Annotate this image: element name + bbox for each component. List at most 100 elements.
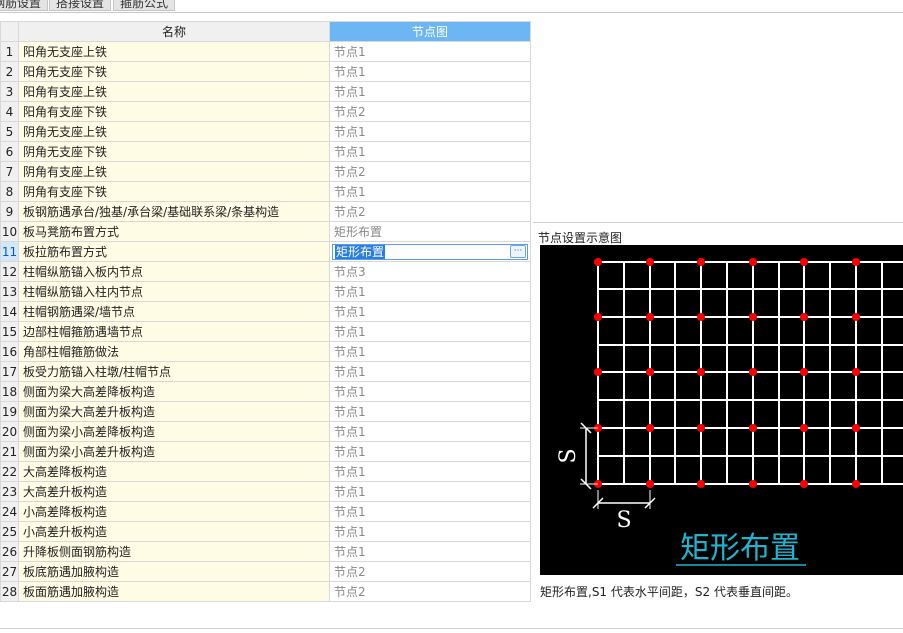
node-value-cell[interactable]: 节点2 <box>329 581 531 602</box>
setting-name-cell: 大高差降板构造 <box>18 461 330 482</box>
node-value-cell[interactable]: 矩形布置 <box>329 221 531 242</box>
rebar-dot <box>594 313 602 321</box>
row-number: 1 <box>0 41 19 62</box>
node-value-cell[interactable]: 节点1 <box>329 401 531 422</box>
row-number: 5 <box>0 121 19 142</box>
node-value-cell[interactable]: 节点1 <box>329 41 531 62</box>
node-value-cell[interactable]: 节点2 <box>329 561 531 582</box>
table-row[interactable]: 2 阳角无支座下铁 节点1 <box>0 61 531 82</box>
node-value-cell[interactable]: 节点1 <box>329 441 531 462</box>
node-value-cell[interactable]: 节点1 <box>329 181 531 202</box>
node-value-cell[interactable]: 节点1 <box>329 501 531 522</box>
node-value-cell[interactable]: 节点3 <box>329 261 531 282</box>
table-row[interactable]: 21 侧面为梁小高差升板构造 节点1 <box>0 441 531 462</box>
setting-name-cell: 边部柱帽箍筋遇墙节点 <box>18 321 330 342</box>
table-row[interactable]: 7 阴角有支座上铁 节点2 <box>0 161 531 182</box>
table-row[interactable]: 10 板马凳筋布置方式 矩形布置 <box>0 221 531 242</box>
row-number: 2 <box>0 61 19 82</box>
node-value-cell[interactable]: 节点2 <box>329 161 531 182</box>
tab-lap-settings[interactable]: 搭接设置 <box>49 0 112 11</box>
table-row[interactable]: 24 小高差降板构造 节点1 <box>0 501 531 522</box>
table-row[interactable]: 28 板面筋遇加腋构造 节点2 <box>0 581 531 602</box>
node-value-cell[interactable]: 节点1 <box>329 361 531 382</box>
table-row[interactable]: 16 角部柱帽箍筋做法 节点1 <box>0 341 531 362</box>
rebar-dot <box>594 368 602 376</box>
table-row[interactable]: 3 阳角有支座上铁 节点1 <box>0 81 531 102</box>
node-value-editor[interactable]: 矩形布置 ··· <box>332 243 528 260</box>
row-number: 15 <box>0 321 19 342</box>
table-row[interactable]: 17 板受力筋锚入柱墩/柱帽节点 节点1 <box>0 361 531 382</box>
table-row[interactable]: 6 阴角无支座下铁 节点1 <box>0 141 531 162</box>
node-value-cell[interactable]: 矩形布置 ··· <box>329 241 531 262</box>
node-value-cell[interactable]: 节点1 <box>329 541 531 562</box>
diagram-label: 矩形布置 <box>680 531 800 566</box>
node-value-cell[interactable]: 节点1 <box>329 481 531 502</box>
table-row[interactable]: 14 柱帽钢筋遇梁/墙节点 节点1 <box>0 301 531 322</box>
table-row[interactable]: 12 柱帽纵筋锚入板内节点 节点3 <box>0 261 531 282</box>
setting-name-cell: 侧面为梁大高差降板构造 <box>18 381 330 402</box>
bottom-divider <box>0 628 903 629</box>
settings-grid: 名称 节点图 1 阳角无支座上铁 节点1 2 阳角无支座下铁 节点1 3 阳角有支座上铁 节点1… <box>0 21 531 621</box>
table-row[interactable]: 4 阳角有支座下铁 节点2 <box>0 101 531 122</box>
node-value-cell[interactable]: 节点1 <box>329 81 531 102</box>
table-row[interactable]: 9 板钢筋遇承台/独基/承台梁/基础联系梁/条基构造 节点2 <box>0 201 531 222</box>
table-row[interactable]: 22 大高差降板构造 节点1 <box>0 461 531 482</box>
table-row[interactable]: 27 板底筋遇加腋构造 节点2 <box>0 561 531 582</box>
dimension-label-vertical: S <box>556 448 581 463</box>
rebar-dot <box>697 313 705 321</box>
node-value-cell[interactable]: 节点1 <box>329 301 531 322</box>
row-number: 10 <box>0 221 19 242</box>
node-value-cell[interactable]: 节点1 <box>329 341 531 362</box>
setting-name-cell: 阳角无支座下铁 <box>18 61 330 82</box>
ellipsis-icon[interactable]: ··· <box>510 244 526 258</box>
table-row[interactable]: 5 阴角无支座上铁 节点1 <box>0 121 531 142</box>
table-row[interactable]: 18 侧面为梁大高差降板构造 节点1 <box>0 381 531 402</box>
node-value-cell[interactable]: 节点1 <box>329 461 531 482</box>
rebar-dot <box>646 313 654 321</box>
row-number: 23 <box>0 481 19 502</box>
row-number: 12 <box>0 261 19 282</box>
node-value-cell[interactable]: 节点2 <box>329 201 531 222</box>
node-value-cell[interactable]: 节点1 <box>329 321 531 342</box>
setting-name-cell: 板底筋遇加腋构造 <box>18 561 330 582</box>
settings-table: 名称 节点图 1 阳角无支座上铁 节点1 2 阳角无支座下铁 节点1 3 阳角有支座上铁 节点1… <box>0 21 531 602</box>
table-row[interactable]: 20 侧面为梁小高差降板构造 节点1 <box>0 421 531 442</box>
table-row[interactable]: 19 侧面为梁大高差升板构造 节点1 <box>0 401 531 422</box>
rebar-dot <box>697 480 705 488</box>
node-value-cell[interactable]: 节点1 <box>329 281 531 302</box>
table-row[interactable]: 1 阳角无支座上铁 节点1 <box>0 41 531 62</box>
tab-rebar-settings[interactable]: 钢筋设置 <box>0 0 49 11</box>
table-row[interactable]: 8 阴角有支座下铁 节点1 <box>0 181 531 202</box>
row-number: 22 <box>0 461 19 482</box>
node-value-cell[interactable]: 节点1 <box>329 61 531 82</box>
node-value-cell[interactable]: 节点2 <box>329 101 531 122</box>
setting-name-cell: 小高差降板构造 <box>18 501 330 522</box>
node-value-cell[interactable]: 节点1 <box>329 141 531 162</box>
tab-stirrup-formula[interactable]: 箍筋公式 <box>113 0 176 11</box>
table-row[interactable]: 25 小高差升板构造 节点1 <box>0 521 531 542</box>
setting-name-cell: 大高差升板构造 <box>18 481 330 502</box>
dimension-label-horizontal: S <box>616 508 631 533</box>
row-number: 28 <box>0 581 19 602</box>
table-row[interactable]: 11 板拉筋布置方式 矩形布置 ··· <box>0 241 531 262</box>
node-value-cell[interactable]: 节点1 <box>329 421 531 442</box>
row-number: 8 <box>0 181 19 202</box>
setting-name-cell: 柱帽纵筋锚入柱内节点 <box>18 281 330 302</box>
rebar-dot <box>852 368 860 376</box>
rebar-dot <box>697 258 705 266</box>
rebar-dot <box>646 368 654 376</box>
rebar-dot <box>697 424 705 432</box>
setting-name-cell: 阳角有支座下铁 <box>18 101 330 122</box>
node-value-cell[interactable]: 节点1 <box>329 121 531 142</box>
table-row[interactable]: 15 边部柱帽箍筋遇墙节点 节点1 <box>0 321 531 342</box>
setting-name-cell: 小高差升板构造 <box>18 521 330 542</box>
rebar-dot <box>800 424 808 432</box>
node-column-header[interactable]: 节点图 <box>329 21 531 42</box>
table-row[interactable]: 26 升降板侧面钢筋构造 节点1 <box>0 541 531 562</box>
node-value-cell[interactable]: 节点1 <box>329 381 531 402</box>
setting-name-cell: 阳角有支座上铁 <box>18 81 330 102</box>
table-row[interactable]: 13 柱帽纵筋锚入柱内节点 节点1 <box>0 281 531 302</box>
node-value-cell[interactable]: 节点1 <box>329 521 531 542</box>
table-row[interactable]: 23 大高差升板构造 节点1 <box>0 481 531 502</box>
name-column-header[interactable]: 名称 <box>18 21 330 42</box>
